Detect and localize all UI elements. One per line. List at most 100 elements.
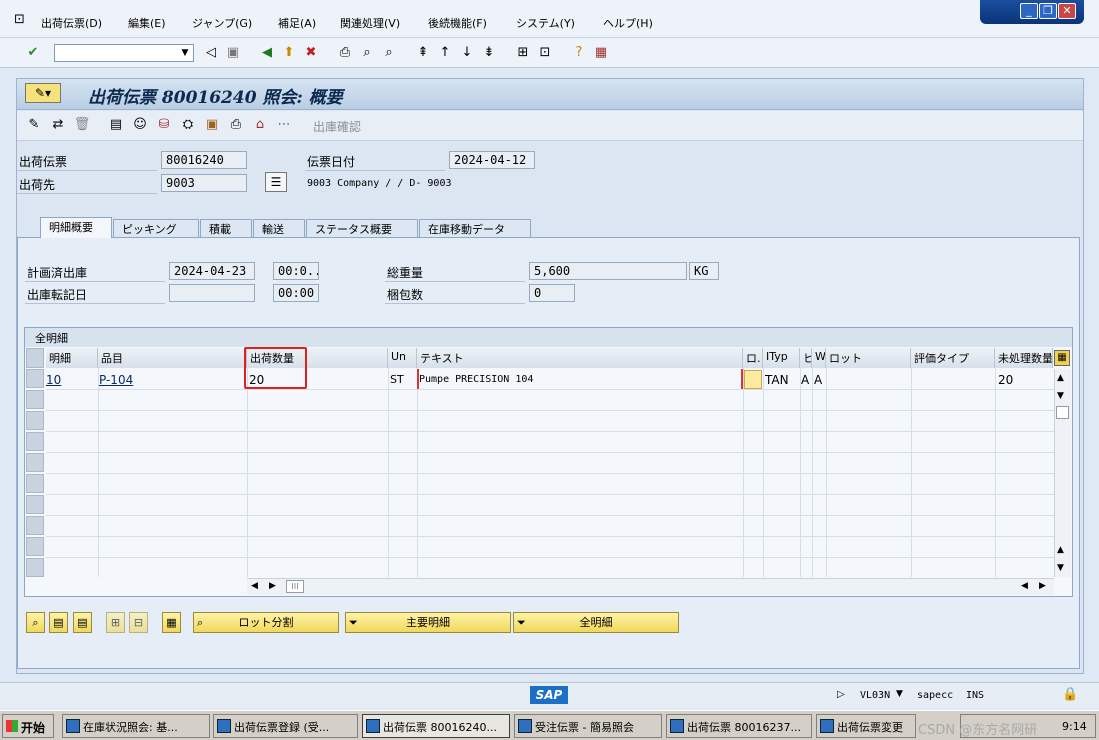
scroll-down-icon[interactable]: ▼ <box>1057 391 1064 401</box>
scroll-right-end-icon[interactable]: ▶ <box>1039 581 1046 591</box>
first-page-icon[interactable]: ⇞ <box>414 44 432 62</box>
header-icon[interactable]: ⛁ <box>155 116 173 134</box>
row-selector[interactable] <box>26 453 44 472</box>
find-next-icon[interactable]: ⌕ <box>380 44 398 62</box>
scroll-page-down-icon[interactable]: ▼ <box>1057 563 1064 573</box>
print-icon[interactable]: ⎙ <box>336 44 354 62</box>
taskbar-item[interactable]: 出荷伝票変更 <box>816 714 916 738</box>
prev-page-icon[interactable]: ↑ <box>436 44 454 62</box>
display-change-icon[interactable]: ✎▾ <box>25 83 61 103</box>
new-session-icon[interactable]: ⊞ <box>514 44 532 62</box>
close-icon[interactable]: ✕ <box>1058 3 1076 19</box>
table-settings-icon[interactable]: ▦ <box>1054 350 1070 366</box>
history-back-icon[interactable]: ◁ <box>202 44 220 62</box>
col-itype[interactable]: ITyp <box>763 348 800 368</box>
row-selector[interactable] <box>26 558 44 577</box>
exit-icon[interactable]: ⬆ <box>280 44 298 62</box>
find-icon[interactable]: ⌕ <box>358 44 376 62</box>
row-selector[interactable] <box>26 516 44 535</box>
col-lo[interactable]: ロ. <box>743 348 763 368</box>
select-all-button[interactable]: ▤ <box>49 612 68 633</box>
col-item[interactable]: 明細 <box>46 348 98 368</box>
minimize-icon[interactable]: _ <box>1020 3 1038 19</box>
row-selector[interactable] <box>26 495 44 514</box>
change-icon[interactable]: ✎ <box>25 116 43 134</box>
row-selector[interactable] <box>26 474 44 493</box>
row-selector[interactable] <box>26 390 44 409</box>
col-valuation-type[interactable]: 評価タイプ <box>911 348 995 368</box>
row-selector[interactable] <box>26 411 44 430</box>
next-page-icon[interactable]: ↓ <box>458 44 476 62</box>
row-selector[interactable] <box>26 432 44 451</box>
cell-material[interactable]: P-104 <box>99 373 133 387</box>
shipto-field[interactable]: 9003 <box>161 174 247 192</box>
taskbar-item-active[interactable]: 出荷伝票 80016240... <box>362 714 510 738</box>
all-items-button[interactable]: ⏷ 全明細 <box>513 612 679 633</box>
menu-environment[interactable]: 関連処理(V) <box>340 15 400 31</box>
row-selector[interactable] <box>26 537 44 556</box>
output-icon[interactable]: ⎙ <box>227 116 245 134</box>
col-text[interactable]: テキスト <box>417 348 743 368</box>
restore-icon[interactable]: ❐ <box>1039 3 1057 19</box>
col-open-qty[interactable]: 未処理数量 <box>995 348 1053 368</box>
save-icon[interactable]: ▣ <box>224 44 242 62</box>
last-page-icon[interactable]: ⇟ <box>480 44 498 62</box>
back-icon[interactable]: ◀ <box>258 44 276 62</box>
lock-icon[interactable]: 🔒 <box>1062 687 1078 702</box>
address-icon[interactable]: ☰ <box>265 172 287 192</box>
tab-item-overview[interactable]: 明細概要 <box>40 217 112 238</box>
status-expand-icon[interactable]: ▷ <box>837 689 845 700</box>
cell-lo[interactable] <box>744 370 762 389</box>
warehouse-icon[interactable]: ⌂ <box>251 116 269 134</box>
planned-gi-time-field[interactable]: 00:0... <box>273 262 319 280</box>
help-icon[interactable]: ? <box>570 44 588 62</box>
taskbar-item[interactable]: 出荷伝票登録 (受... <box>213 714 358 738</box>
document-icon[interactable]: ▤ <box>107 116 125 134</box>
tab-loading[interactable]: 積載 <box>200 219 252 237</box>
tcode-display[interactable]: VL03N <box>860 690 890 701</box>
deselect-all-button[interactable]: ▤ <box>73 612 92 633</box>
tab-status-overview[interactable]: ステータス概要 <box>306 219 418 237</box>
cancel-icon[interactable]: ✖ <box>302 44 320 62</box>
scroll-left-icon[interactable]: ◀ <box>251 581 258 591</box>
weight-unit-field[interactable]: KG <box>689 262 719 280</box>
horizontal-scrollbar[interactable] <box>247 578 1054 595</box>
post-gi-button[interactable]: 出庫確認 <box>313 118 361 135</box>
col-pick[interactable]: ヒ <box>800 348 812 368</box>
actual-gi-date-field[interactable] <box>169 284 255 302</box>
main-items-button[interactable]: ⏷ 主要明細 <box>345 612 511 633</box>
shortcut-icon[interactable]: ⊡ <box>536 44 554 62</box>
actual-gi-time-field[interactable]: 00:00 <box>273 284 319 302</box>
item-details-button[interactable]: ⌕ <box>26 612 45 633</box>
layout-icon[interactable]: ▦ <box>592 44 610 62</box>
packages-field[interactable]: 0 <box>529 284 575 302</box>
menu-edit[interactable]: 編集(E) <box>128 15 166 31</box>
menu-help[interactable]: ヘルプ(H) <box>603 15 653 31</box>
row-selector[interactable] <box>26 369 44 388</box>
display-icon[interactable]: ⇄ <box>49 116 67 134</box>
select-all-cell[interactable] <box>26 348 44 368</box>
command-field[interactable] <box>54 44 194 62</box>
menu-system[interactable]: システム(Y) <box>516 15 575 31</box>
col-unit[interactable]: Un <box>388 348 417 368</box>
delivery-field[interactable]: 80016240 <box>161 151 247 169</box>
scroll-page-up-icon[interactable]: ▲ <box>1057 545 1064 555</box>
app-menu-icon[interactable]: ⊡ <box>14 12 25 27</box>
hscroll-thumb[interactable]: ⁝⁝⁝ <box>286 580 304 593</box>
col-material[interactable]: 品目 <box>98 348 247 368</box>
menu-extras[interactable]: 補足(A) <box>278 15 316 31</box>
planned-gi-date-field[interactable]: 2024-04-23 <box>169 262 255 280</box>
menu-subsequent[interactable]: 後続機能(F) <box>428 15 487 31</box>
more-icon[interactable]: ⋯ <box>275 116 293 134</box>
delete-icon[interactable]: 🗑 <box>73 116 91 134</box>
package-icon[interactable]: ▣ <box>203 116 221 134</box>
menu-delivery[interactable]: 出荷伝票(D) <box>41 15 102 31</box>
start-button[interactable]: 开始 <box>2 714 54 738</box>
taskbar-item[interactable]: 出荷伝票 80016237... <box>666 714 812 738</box>
tab-transport[interactable]: 輸送 <box>253 219 305 237</box>
gross-weight-field[interactable]: 5,600 <box>529 262 687 280</box>
batch-split-button[interactable]: ⌕ ロット分割 <box>193 612 339 633</box>
dropdown-icon[interactable]: ▼ <box>176 44 194 62</box>
tab-goods-movement[interactable]: 在庫移動データ <box>419 219 531 237</box>
scroll-right-icon[interactable]: ▶ <box>269 581 276 591</box>
